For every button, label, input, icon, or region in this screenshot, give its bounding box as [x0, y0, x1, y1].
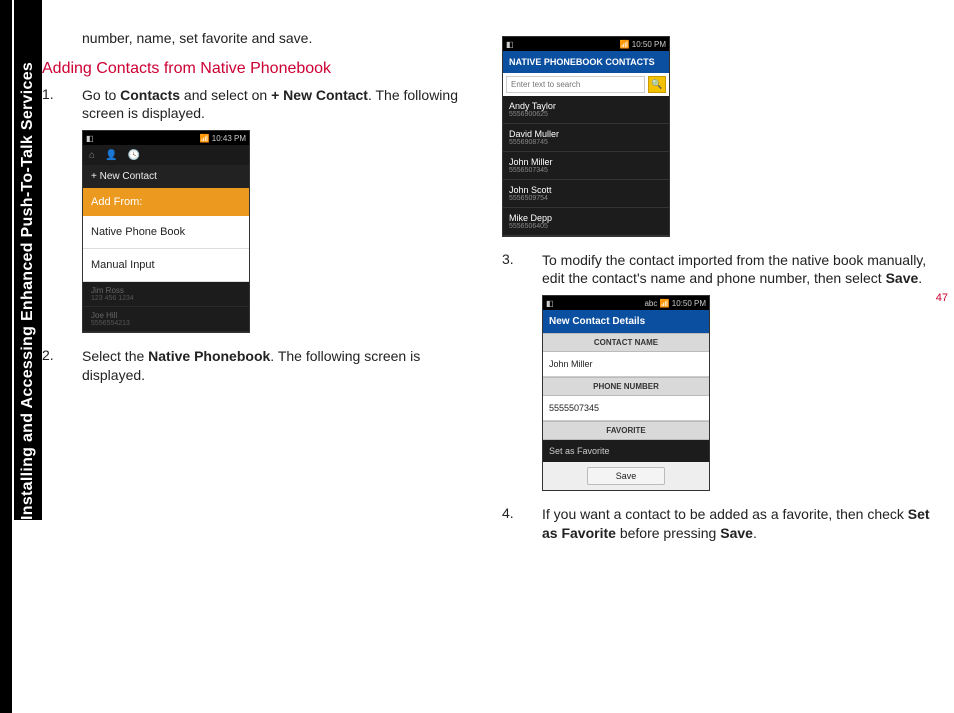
section-title: Adding Contacts from Native Phonebook	[42, 60, 472, 78]
step-4: 4. If you want a contact to be added as …	[502, 505, 932, 541]
status-right: 📶 10:50 PM	[620, 40, 666, 49]
contact-number: 5556900625	[509, 111, 663, 118]
status-icons: ◧	[546, 299, 555, 308]
step-1: 1. Go to Contacts and select on + New Co…	[42, 86, 472, 122]
step-number: 1.	[42, 86, 82, 122]
history-icon: 🕓	[128, 150, 140, 161]
left-column: number, name, set favorite and save. Add…	[42, 30, 472, 550]
section-running-head: Installing and Accessing Enhanced Push-T…	[14, 0, 42, 520]
figure-add-from: ◧ 📶 10:43 PM ⌂ 👤 🕓 + New Contact Add Fro…	[82, 130, 472, 333]
save-button[interactable]: Save	[587, 467, 666, 485]
t: To modify the contact imported from the …	[542, 252, 926, 286]
search-button[interactable]: 🔍	[648, 76, 666, 93]
dim-contact-2: Joe Hill 5556554213	[83, 307, 249, 332]
tab-bar: ⌂ 👤 🕓	[83, 145, 249, 165]
save-bar: Save	[543, 462, 709, 490]
figure-new-contact-details: ◧ abc 📶 10:50 PM New Contact Details CON…	[542, 295, 932, 491]
step-3: 3. To modify the contact imported from t…	[502, 251, 932, 287]
figure-contact-list: ◧ 📶 10:50 PM NATIVE PHONEBOOK CONTACTS 🔍…	[502, 36, 932, 237]
status-icons: ◧	[506, 40, 515, 49]
phone-mock-1: ◧ 📶 10:43 PM ⌂ 👤 🕓 + New Contact Add Fro…	[82, 130, 250, 333]
bold: Save	[886, 270, 919, 286]
contact-number: 5556908745	[509, 139, 663, 146]
margin-band	[0, 0, 12, 713]
bold: Contacts	[120, 87, 180, 103]
contact-name: David Muller	[509, 129, 663, 139]
clock: 10:50 PM	[632, 40, 666, 49]
home-icon: ⌂	[89, 150, 95, 161]
t: Go to	[82, 87, 120, 103]
signal-icon: 📶	[200, 134, 212, 143]
status-bar: ◧ 📶 10:50 PM	[503, 37, 669, 51]
add-from-header: Add From:	[83, 188, 249, 216]
t: and select on	[180, 87, 271, 103]
status-icons: ◧	[86, 134, 95, 143]
step-number: 2.	[42, 347, 82, 383]
status-right: 📶 10:43 PM	[200, 134, 246, 143]
contact-row: John Scott5556509754	[503, 180, 669, 208]
bold: + New Contact	[271, 87, 368, 103]
bold: Native Phonebook	[148, 348, 270, 364]
clock: 10:50 PM	[672, 299, 706, 308]
nm: Jim Ross	[91, 286, 241, 295]
contact-row: John Miller5556507345	[503, 152, 669, 180]
step-body: Select the Native Phonebook. The followi…	[82, 347, 472, 383]
step-2: 2. Select the Native Phonebook. The foll…	[42, 347, 472, 383]
t: before pressing	[616, 525, 720, 541]
clock: 10:43 PM	[212, 134, 246, 143]
field-contact-name[interactable]: John Miller	[543, 352, 709, 377]
contact-number: 5556506405	[509, 223, 663, 230]
dim-contact-1: Jim Ross 123 456 1234	[83, 282, 249, 307]
signal-icon: 📶	[620, 40, 632, 49]
status-right: abc 📶 10:50 PM	[644, 299, 706, 308]
contact-number: 5556507345	[509, 167, 663, 174]
ph: 123 456 1234	[91, 295, 241, 302]
field-phone-number[interactable]: 5555507345	[543, 396, 709, 421]
contacts-icon: 👤	[105, 150, 117, 161]
page-number: 47	[936, 292, 948, 304]
ph: 5556554213	[91, 320, 241, 327]
new-contact-row: + New Contact	[83, 165, 249, 188]
screen-title: NATIVE PHONEBOOK CONTACTS	[503, 51, 669, 73]
signal-icon: abc 📶	[644, 299, 671, 308]
step-number: 4.	[502, 505, 542, 541]
contact-name: John Scott	[509, 185, 663, 195]
step-number: 3.	[502, 251, 542, 287]
contact-row: Andy Taylor5556900625	[503, 96, 669, 124]
intro-text: number, name, set favorite and save.	[82, 30, 472, 46]
label-favorite: FAVORITE	[543, 421, 709, 440]
label-phone-number: PHONE NUMBER	[543, 377, 709, 396]
contact-name: Mike Depp	[509, 213, 663, 223]
option-manual-input: Manual Input	[83, 249, 249, 282]
contact-name: Andy Taylor	[509, 101, 663, 111]
phone-mock-3: ◧ abc 📶 10:50 PM New Contact Details CON…	[542, 295, 710, 491]
search-row: 🔍	[503, 73, 669, 96]
right-column: ◧ 📶 10:50 PM NATIVE PHONEBOOK CONTACTS 🔍…	[502, 30, 932, 550]
search-input[interactable]	[506, 76, 645, 93]
status-bar: ◧ abc 📶 10:50 PM	[543, 296, 709, 310]
t: .	[753, 525, 757, 541]
t: .	[918, 270, 922, 286]
contact-number: 5556509754	[509, 195, 663, 202]
bold: Save	[720, 525, 753, 541]
option-native-phonebook: Native Phone Book	[83, 216, 249, 249]
step-body: If you want a contact to be added as a f…	[542, 505, 932, 541]
status-bar: ◧ 📶 10:43 PM	[83, 131, 249, 145]
contact-row: Mike Depp5556506405	[503, 208, 669, 236]
search-icon: 🔍	[651, 79, 662, 90]
page-content: number, name, set favorite and save. Add…	[42, 30, 942, 550]
phone-mock-2: ◧ 📶 10:50 PM NATIVE PHONEBOOK CONTACTS 🔍…	[502, 36, 670, 237]
t: If you want a contact to be added as a f…	[542, 506, 908, 522]
t: Select the	[82, 348, 148, 364]
set-as-favorite-row[interactable]: Set as Favorite	[543, 440, 709, 462]
nm: Joe Hill	[91, 311, 241, 320]
step-body: To modify the contact imported from the …	[542, 251, 932, 287]
label-contact-name: CONTACT NAME	[543, 333, 709, 352]
contact-row: David Muller5556908745	[503, 124, 669, 152]
contact-name: John Miller	[509, 157, 663, 167]
screen-title: New Contact Details	[543, 310, 709, 333]
step-body: Go to Contacts and select on + New Conta…	[82, 86, 472, 122]
